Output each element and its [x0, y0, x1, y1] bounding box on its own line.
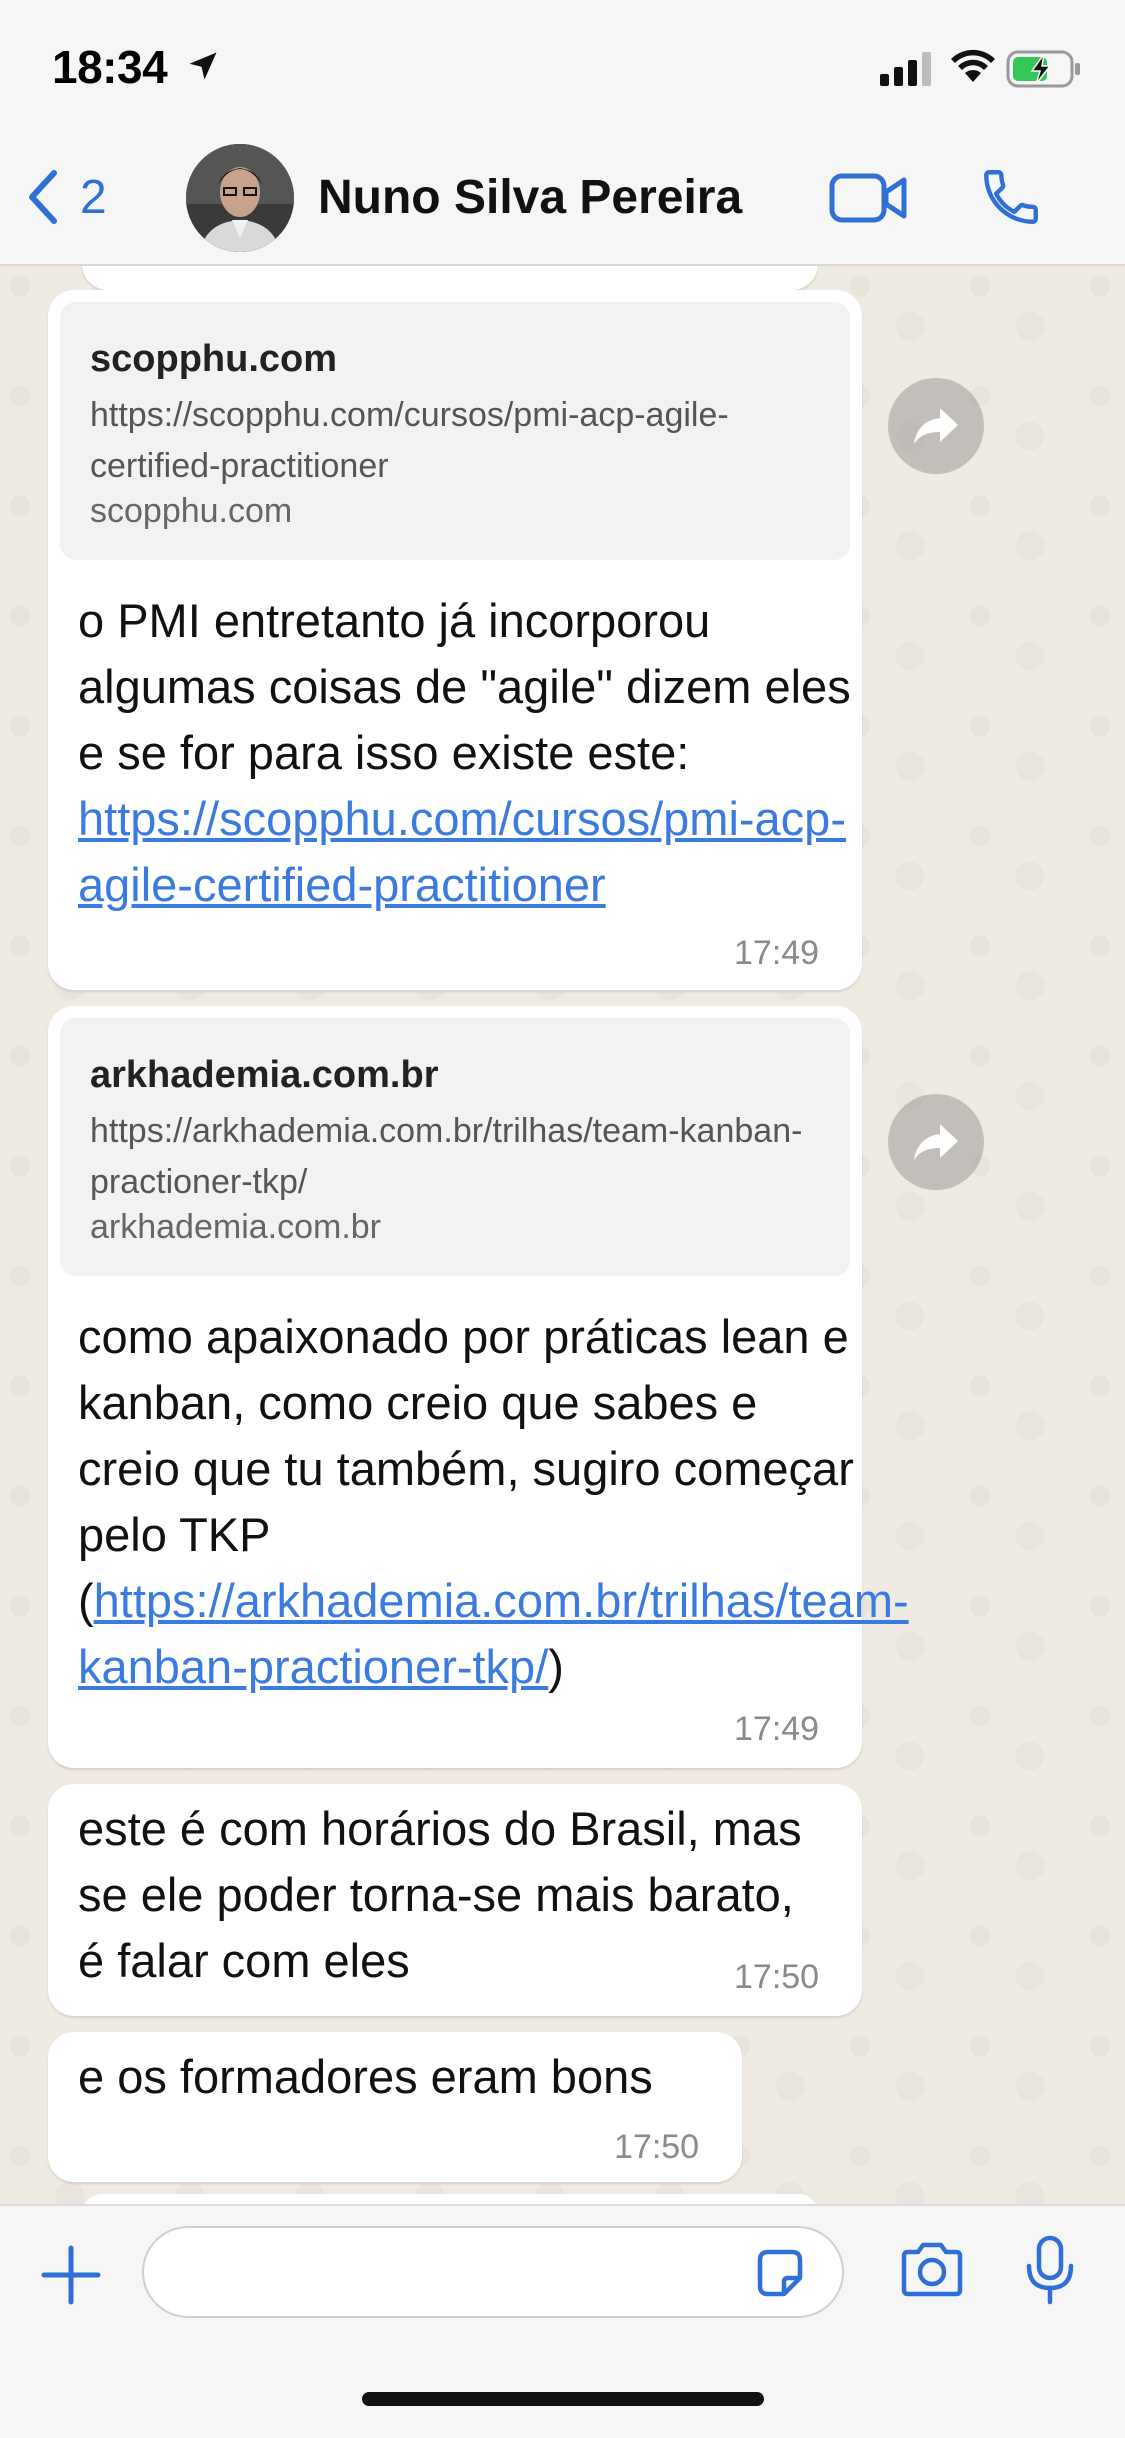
plus-icon[interactable] — [38, 2242, 104, 2308]
battery-charging-icon — [1006, 50, 1080, 88]
message-text: este é com horários do Brasil, mas se el… — [78, 1802, 802, 1987]
message-bubble[interactable]: e os formadores eram bons 17:50 — [48, 2032, 742, 2182]
chat-header: 2 Nuno Silva Pereira — [0, 132, 1125, 266]
message-bubble[interactable]: scopphu.com https://scopphu.com/cursos/p… — [48, 290, 862, 990]
message-bubble[interactable]: arkhademia.com.br https://arkhademia.com… — [48, 1006, 909, 1768]
chat-area[interactable]: scopphu.com https://scopphu.com/cursos/p… — [0, 266, 1125, 2204]
message-text: como apaixonado por práticas lean e kanb… — [78, 1310, 909, 1693]
link-preview-url: https://scopphu.com/cursos/pmi-acp-agile… — [90, 396, 729, 485]
chevron-left-icon — [29, 170, 57, 224]
link-preview-title: scopphu.com — [90, 338, 338, 380]
link-preview[interactable]: scopphu.com https://scopphu.com/cursos/p… — [60, 302, 850, 560]
location-arrow-icon — [189, 52, 217, 80]
link-preview-title: arkhademia.com.br — [90, 1054, 439, 1096]
wifi-icon — [951, 49, 995, 82]
message-timestamp: 17:49 — [734, 934, 820, 972]
message-timestamp: 17:50 — [734, 1958, 820, 1996]
message-link[interactable]: https://arkhademia.com.br/trilhas/team-k… — [78, 1574, 909, 1693]
next-message-bubble — [82, 2194, 818, 2204]
forward-arrow-icon — [914, 408, 958, 444]
back-button[interactable]: 2 — [22, 162, 107, 232]
status-bar: 18:34 — [0, 0, 1125, 132]
camera-icon[interactable] — [898, 2240, 966, 2300]
message-input[interactable] — [142, 2226, 844, 2318]
message-text: e os formadores eram bons — [78, 2050, 653, 2103]
forward-arrow-icon — [914, 1124, 958, 1160]
status-time: 18:34 — [52, 41, 168, 93]
message-timestamp: 17:49 — [734, 1710, 820, 1748]
video-call-icon[interactable] — [828, 168, 910, 228]
message-timestamp: 17:50 — [614, 2128, 700, 2166]
contact-name[interactable]: Nuno Silva Pereira — [318, 170, 742, 225]
message-bubble[interactable]: este é com horários do Brasil, mas se el… — [48, 1784, 862, 2016]
unread-count: 2 — [80, 170, 107, 224]
link-preview-domain: scopphu.com — [90, 492, 293, 530]
avatar[interactable] — [186, 144, 294, 252]
cellular-signal-icon — [880, 52, 931, 86]
sticker-icon[interactable] — [752, 2246, 808, 2302]
forward-button[interactable] — [888, 1094, 984, 1190]
link-preview-url: https://arkhademia.com.br/trilhas/team-k… — [90, 1112, 803, 1201]
phone-call-icon[interactable] — [978, 164, 1044, 230]
link-preview-domain: arkhademia.com.br — [90, 1208, 382, 1246]
message-text: o PMI entretanto já incorporou algumas c… — [78, 594, 851, 911]
message-link[interactable]: https://scopphu.com/cursos/pmi-acp-agile… — [78, 792, 846, 911]
home-indicator[interactable] — [362, 2392, 764, 2406]
microphone-icon[interactable] — [1024, 2234, 1076, 2308]
link-preview[interactable]: arkhademia.com.br https://arkhademia.com… — [60, 1018, 850, 1276]
forward-button[interactable] — [888, 378, 984, 474]
previous-message-bubble — [82, 266, 818, 290]
